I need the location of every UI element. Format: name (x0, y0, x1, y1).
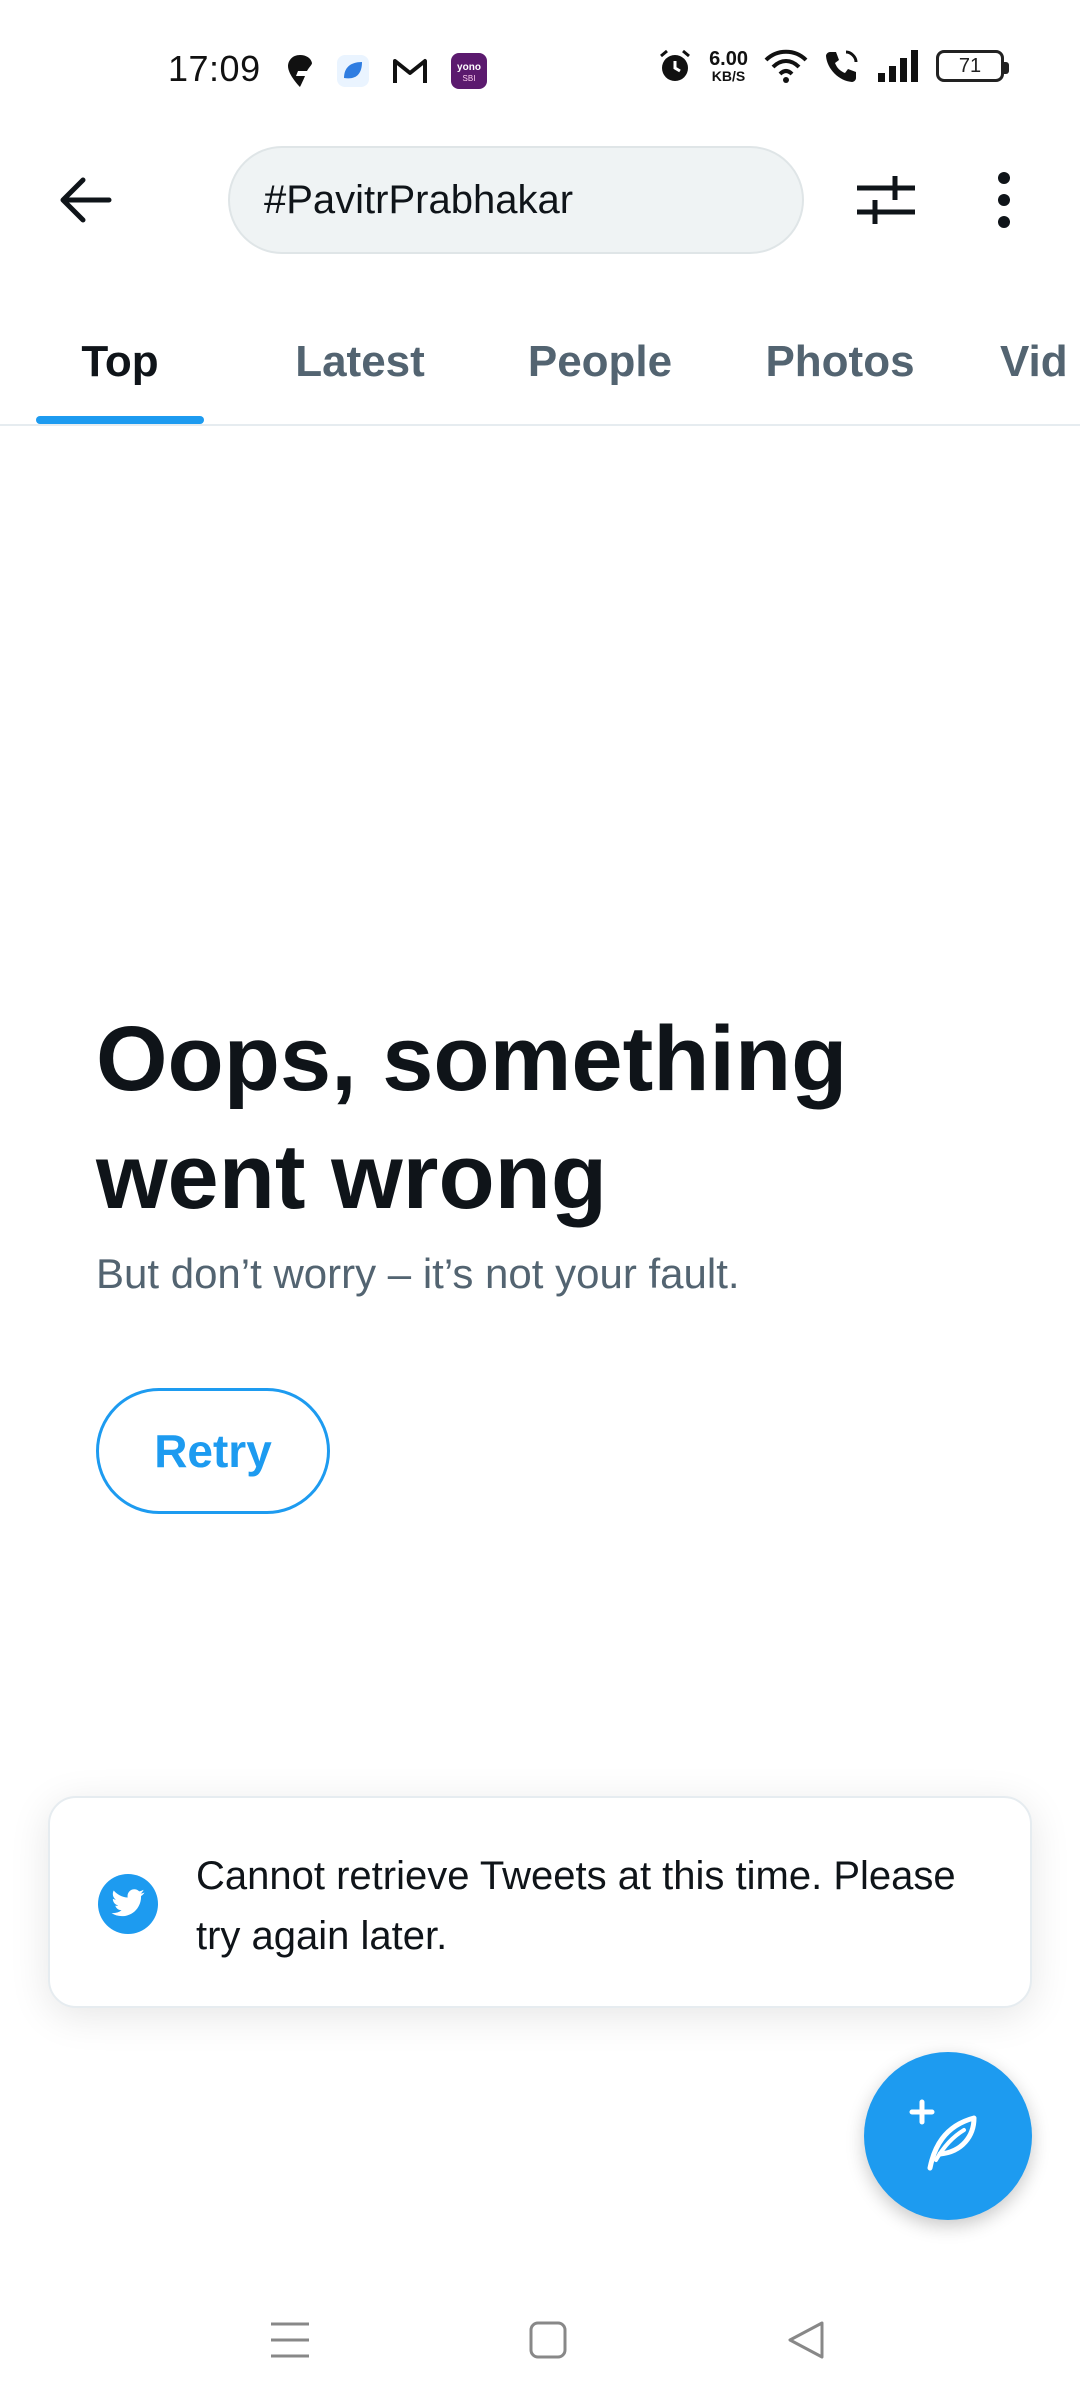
search-tabs: Top Latest People Photos Vid (0, 300, 1080, 426)
more-options-button[interactable] (980, 164, 1028, 236)
active-tab-indicator (36, 416, 204, 424)
tab-top[interactable]: Top (36, 300, 204, 424)
arrow-left-icon (60, 177, 112, 223)
search-filter-button[interactable] (850, 164, 922, 236)
wifi-call-icon (824, 48, 860, 84)
svg-text:yono: yono (457, 62, 481, 73)
svg-text:SBI: SBI (463, 74, 476, 83)
back-nav-button[interactable] (776, 2310, 836, 2370)
home-button[interactable] (518, 2310, 578, 2370)
compose-tweet-button[interactable] (864, 2052, 1032, 2220)
tab-latest[interactable]: Latest (270, 300, 450, 424)
app-icon (336, 54, 370, 88)
back-button[interactable] (50, 170, 120, 230)
search-input[interactable]: #PavitrPrabhakar (228, 146, 804, 254)
twitter-bird-icon (98, 1874, 158, 1934)
toast-message: Cannot retrieve Tweets at this time. Ple… (196, 1854, 956, 1958)
wifi-icon (764, 48, 808, 84)
recent-apps-button[interactable] (260, 2310, 320, 2370)
tab-people[interactable]: People (510, 300, 690, 424)
square-icon (529, 2321, 567, 2359)
signal-icon (876, 49, 920, 83)
status-bar: 17:09 yono SBI 6.00 KB/S 71 (0, 0, 1080, 140)
error-subtitle: But don’t worry – it’s not your fault. (96, 1250, 740, 1297)
battery-icon: 71 (936, 50, 1009, 82)
menu-lines-icon (271, 2322, 309, 2358)
tab-videos[interactable]: Vid (1000, 300, 1080, 424)
retry-button[interactable]: Retry (96, 1388, 330, 1514)
swiggy-icon (286, 53, 314, 89)
search-results-screen: 17:09 yono SBI 6.00 KB/S 71 #PavitrPrabh… (0, 0, 1080, 2400)
more-vertical-icon (998, 172, 1010, 228)
error-title: Oops, something went wrong (96, 1008, 848, 1228)
sliders-icon (857, 176, 915, 224)
system-navigation-bar (0, 2290, 1080, 2380)
alarm-icon (657, 48, 693, 84)
network-speed: 6.00 KB/S (709, 48, 748, 84)
compose-feather-icon (909, 2099, 977, 2171)
gmail-icon (392, 57, 428, 85)
yono-sbi-icon: yono SBI (450, 52, 488, 90)
status-time: 17:09 (168, 48, 261, 89)
tab-photos[interactable]: Photos (750, 300, 930, 424)
top-app-bar: #PavitrPrabhakar (0, 140, 1080, 260)
error-toast: Cannot retrieve Tweets at this time. Ple… (48, 1796, 1032, 2008)
triangle-back-icon (788, 2321, 824, 2359)
